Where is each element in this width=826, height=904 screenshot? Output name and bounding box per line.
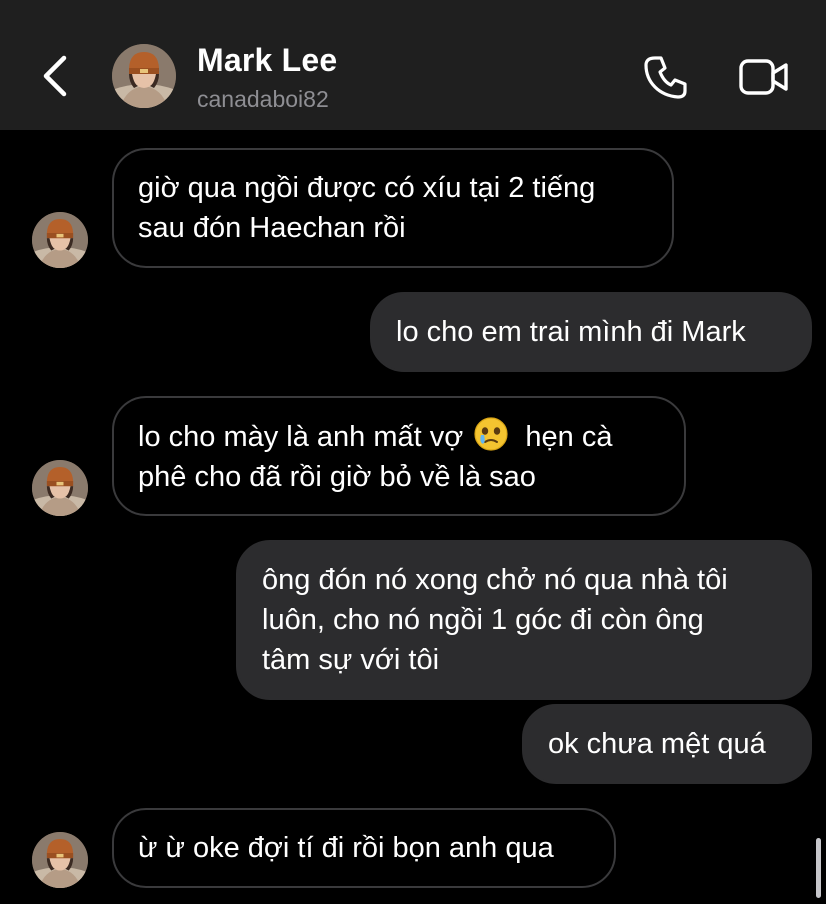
- chat-header: Mark Lee canadaboi82: [0, 0, 826, 130]
- message-text-line: sau đón Haechan rồi: [138, 212, 406, 244]
- message-bubble-incoming[interactable]: ừ ừ oke đợi tí đi rồi bọn anh qua: [112, 808, 616, 888]
- message-text-line: giờ qua ngồi được có xíu tại 2 tiếng: [138, 172, 596, 204]
- message-text-line: ok chưa mệt quá: [548, 728, 766, 760]
- chevron-left-icon: [43, 55, 67, 97]
- contact-name[interactable]: Mark Lee: [197, 42, 337, 79]
- message-text-line: ông đón nó xong chở nó qua nhà tôi: [262, 564, 728, 596]
- video-camera-icon: [739, 59, 788, 95]
- profile-avatar[interactable]: [112, 44, 176, 108]
- message-bubble-incoming[interactable]: lo cho mày là anh mất vợ hẹn cà phê cho …: [112, 396, 686, 516]
- message-bubble-outgoing[interactable]: lo cho em trai mình đi Mark: [370, 292, 812, 372]
- contact-username[interactable]: canadaboi82: [197, 86, 329, 113]
- face-holding-back-tears-emoji: [474, 417, 508, 451]
- message-bubble-outgoing[interactable]: ok chưa mệt quá: [522, 704, 812, 784]
- video-call-button[interactable]: [734, 52, 794, 102]
- back-button[interactable]: [30, 48, 80, 104]
- sender-avatar[interactable]: [32, 460, 88, 516]
- message-text-line: tâm sự với tôi: [262, 644, 440, 676]
- voice-call-button[interactable]: [638, 50, 694, 104]
- message-text-segment: lo cho mày là anh mất vợ: [138, 421, 464, 453]
- message-text-segment: hẹn cà: [525, 421, 613, 453]
- message-bubble-outgoing[interactable]: ông đón nó xong chở nó qua nhà tôi luôn,…: [236, 540, 812, 700]
- sender-avatar[interactable]: [32, 832, 88, 888]
- chat-screen: Mark Lee canadaboi82 giờ qua ngồi được c…: [0, 0, 826, 904]
- scrollbar[interactable]: [816, 838, 821, 898]
- message-text-line: phê cho đã rồi giờ bỏ về là sao: [138, 461, 536, 493]
- sender-avatar[interactable]: [32, 212, 88, 268]
- phone-icon: [644, 56, 687, 99]
- message-text-line: luôn, cho nó ngồi 1 góc đi còn ông: [262, 604, 704, 636]
- message-text-line: lo cho em trai mình đi Mark: [396, 316, 746, 348]
- message-text-line: ừ ừ oke đợi tí đi rồi bọn anh qua: [138, 832, 554, 864]
- message-bubble-incoming[interactable]: giờ qua ngồi được có xíu tại 2 tiếng sau…: [112, 148, 674, 268]
